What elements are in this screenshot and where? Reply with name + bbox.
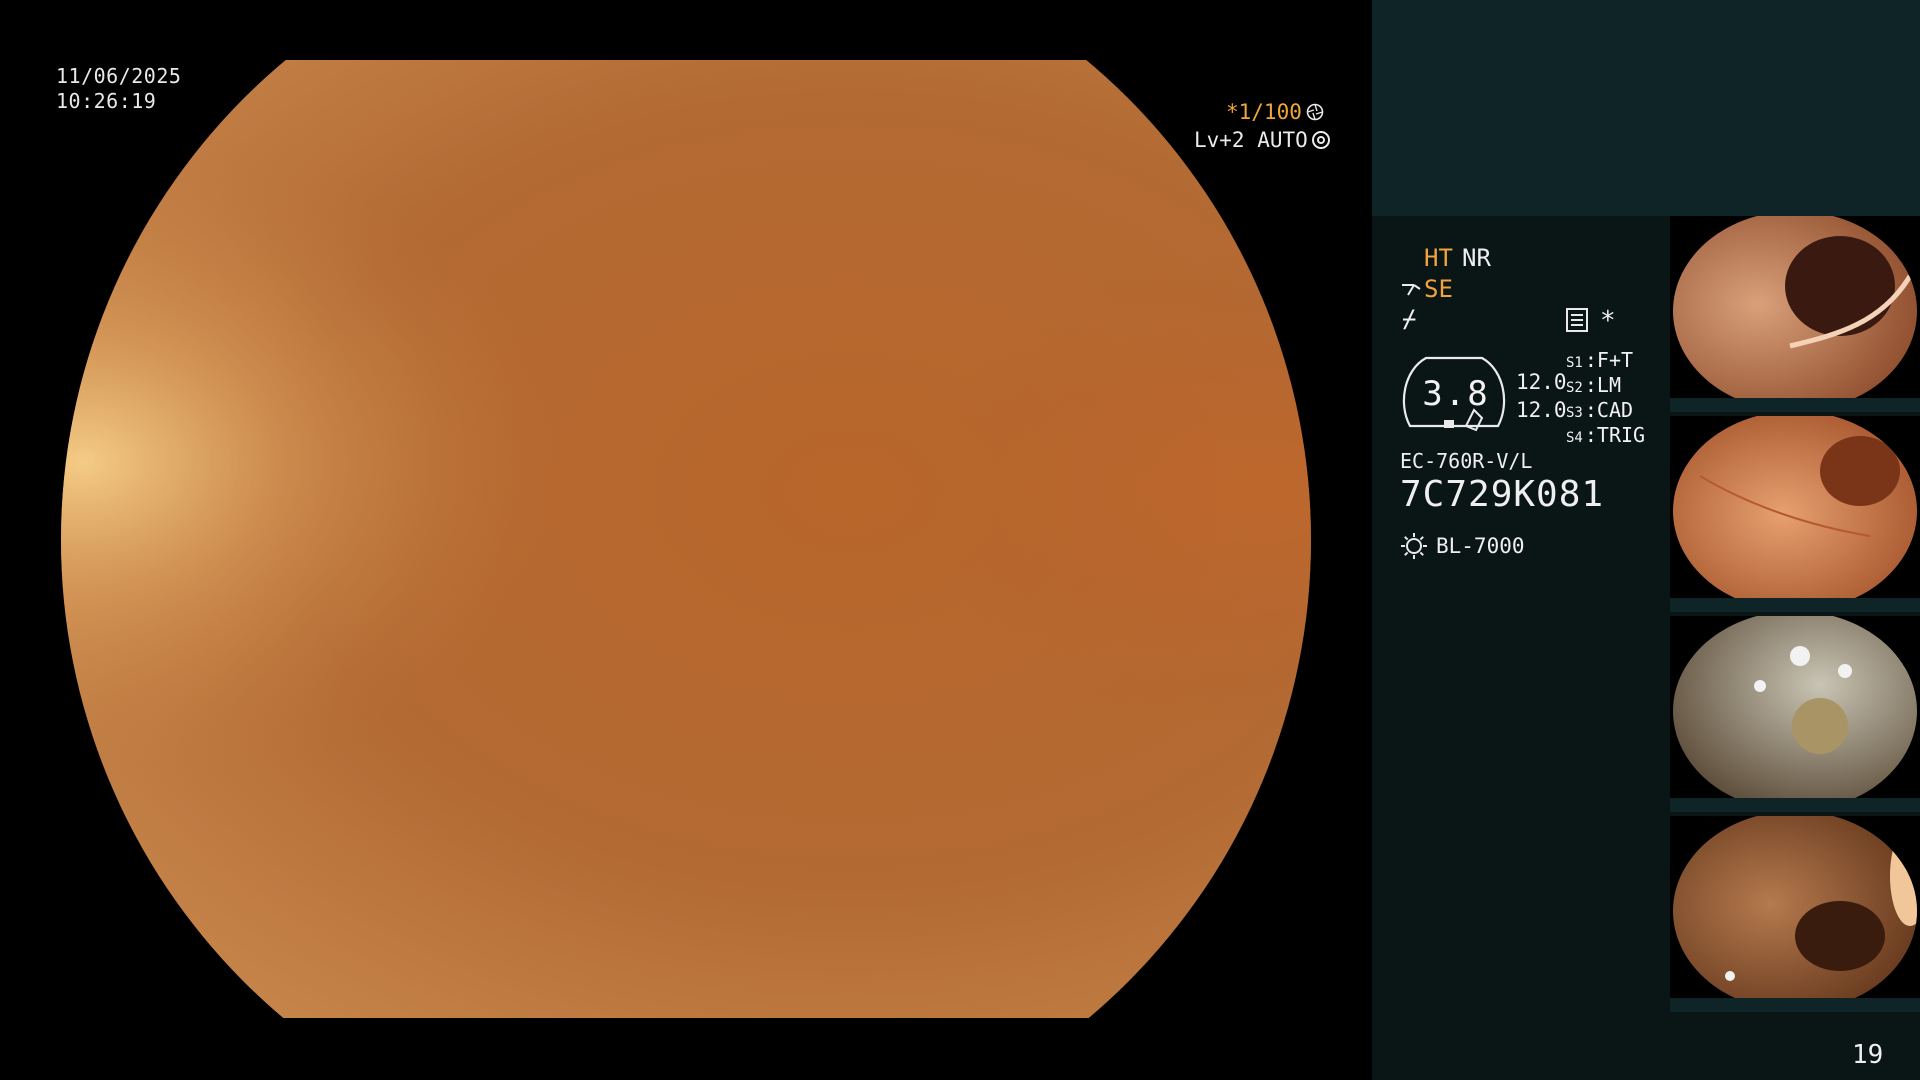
switch-s1: S1:F+T — [1566, 348, 1634, 372]
exposure-level-readout: Lv+2 AUTO — [1194, 128, 1330, 152]
shutter-value: *1/100 — [1226, 100, 1302, 124]
scope-tip-icon — [1402, 284, 1421, 296]
thumbnail-bar — [1670, 998, 1920, 1012]
thumbnail-bar — [1670, 798, 1920, 812]
exposure-level-value: Lv+2 AUTO — [1194, 128, 1308, 152]
value-bottom: 12.0 — [1516, 398, 1567, 422]
gauge-value: 3.8 — [1422, 374, 1490, 414]
se-label: SE — [1424, 275, 1453, 303]
switch-s3: S3:CAD — [1566, 398, 1634, 422]
thumbnail-bar — [1670, 398, 1920, 412]
value-top: 12.0 — [1516, 370, 1567, 394]
thumbnail-image — [1673, 216, 1917, 411]
light-source: BL-7000 — [1400, 532, 1525, 560]
endoscope-image — [61, 60, 1311, 1018]
date-readout: 11/06/2025 — [56, 64, 182, 88]
thumbnail-image — [1673, 616, 1917, 811]
thumbnail-4[interactable] — [1670, 816, 1920, 1012]
scope-model: EC-760R-V/L — [1400, 449, 1533, 473]
shutter-readout: *1/100 — [1226, 100, 1324, 124]
switch-value: LM — [1596, 373, 1621, 397]
thumbnail-1[interactable] — [1670, 216, 1920, 412]
se-indicator: SE — [1400, 275, 1453, 303]
thumbnail-2[interactable] — [1670, 416, 1920, 612]
time-readout: 10:26:19 — [56, 89, 157, 113]
light-bulb-icon — [1401, 533, 1427, 559]
switch-key: S1 — [1566, 355, 1583, 371]
thumbnail-image — [1673, 816, 1917, 1011]
aperture-icon — [1306, 103, 1324, 121]
switch-key: S3 — [1566, 405, 1583, 421]
panel-header-block — [1372, 0, 1920, 216]
nr-indicator: NR — [1462, 244, 1491, 272]
page-number: 19 — [1852, 1040, 1884, 1070]
endoscope-main-view: 11/06/2025 10:26:19 *1/100 Lv+2 AUTO — [0, 0, 1372, 1080]
ht-indicator: HT — [1424, 244, 1453, 272]
light-source-label: BL-7000 — [1436, 534, 1525, 558]
thumbnail-bar — [1670, 598, 1920, 612]
switch-key: S4 — [1566, 430, 1583, 446]
switch-s4: S4:TRIG — [1566, 423, 1646, 447]
scope-serial: 7C729K081 — [1400, 474, 1605, 515]
switch-value: TRIG — [1596, 423, 1646, 447]
thumbnail-image — [1673, 416, 1917, 611]
switch-value: F+T — [1596, 348, 1634, 372]
switch-value: CAD — [1596, 398, 1634, 422]
switch-s2: S2:LM — [1566, 373, 1621, 397]
asterisk-indicator: * — [1600, 306, 1616, 336]
switch-key: S2 — [1566, 380, 1583, 396]
thumbnail-3[interactable] — [1670, 616, 1920, 812]
filter-symbol: ⌿ — [1402, 305, 1417, 333]
iris-ring-icon — [1311, 131, 1330, 149]
settings-list-icon — [1566, 308, 1588, 332]
